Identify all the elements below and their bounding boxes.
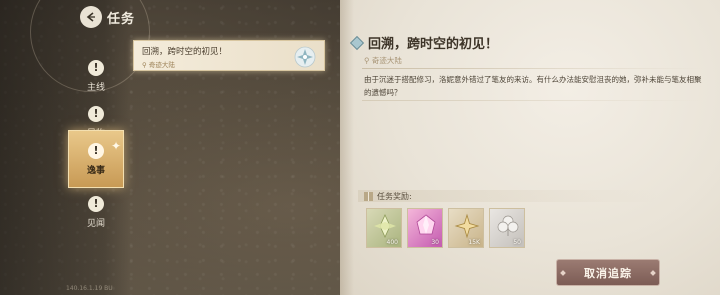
- detail-title: 回溯，跨时空的初见！: [368, 37, 499, 52]
- gold-star-icon: [454, 213, 480, 239]
- reward-item[interactable]: 400: [366, 208, 402, 248]
- tab-label: 主线: [86, 82, 105, 93]
- tab-main-story[interactable]: ! 主线: [70, 50, 122, 102]
- gift-icon: [364, 192, 373, 201]
- tab-sights[interactable]: ! 见闻: [70, 186, 122, 238]
- reward-item[interactable]: 30: [407, 208, 443, 248]
- version-text: 140.16.1.19 BU: [66, 285, 113, 292]
- sparkle-icon: ✦: [110, 139, 121, 153]
- detail-title-row: 回溯，跨时空的初见！: [349, 33, 499, 52]
- divider: [362, 100, 702, 101]
- divider: [362, 68, 702, 69]
- pink-gem-icon: [416, 214, 436, 235]
- reward-quantity: 50: [513, 239, 521, 246]
- alert-icon: !: [88, 105, 104, 122]
- green-crystal-icon: [374, 214, 396, 238]
- reward-quantity: 15K: [468, 239, 480, 246]
- alert-icon: !: [88, 59, 104, 76]
- cancel-tracking-button[interactable]: 取消追踪: [556, 259, 660, 286]
- silver-clover-icon: [497, 215, 519, 236]
- diamond-icon: [349, 35, 365, 50]
- reward-item[interactable]: 15K: [448, 208, 484, 248]
- alert-icon: !: [88, 195, 104, 212]
- quest-star-icon: [294, 46, 316, 68]
- tab-anecdotes[interactable]: ! 逸事 ✦: [68, 130, 124, 188]
- reward-quantity: 30: [431, 239, 439, 246]
- quest-list-item[interactable]: 回溯，跨时空的初见！ ⚲ 奇迹大陆: [133, 40, 325, 71]
- alert-icon: !: [88, 142, 104, 159]
- tab-label: 逸事: [86, 165, 105, 176]
- quest-card-title: 回溯，跨时空的初见！: [142, 47, 228, 57]
- reward-item[interactable]: 50: [489, 208, 525, 248]
- location-pin-icon: ⚲: [142, 61, 147, 69]
- detail-location: ⚲ 奇迹大陆: [364, 56, 402, 65]
- quest-detail-panel: 回溯，跨时空的初见！ ⚲ 奇迹大陆 由于沉迷于搭配修习，洛妮意外错过了笔友的来访…: [340, 0, 720, 295]
- location-pin-icon: ⚲: [364, 56, 370, 65]
- page-title: 任务: [107, 12, 136, 27]
- reward-quantity: 400: [386, 239, 398, 246]
- reward-label: 任务奖励:: [377, 192, 412, 201]
- tab-label: 见闻: [86, 218, 105, 229]
- back-arrow-icon: [86, 12, 95, 22]
- detail-description: 由于沉迷于搭配修习，洛妮意外错过了笔友的来访。有什么办法能安慰沮丧的她，弥补未能…: [364, 75, 702, 97]
- reward-header: 任务奖励:: [364, 191, 412, 202]
- quest-card-location: ⚲ 奇迹大陆: [142, 61, 175, 69]
- back-button[interactable]: [80, 6, 102, 28]
- reward-list: 400 30 15K 50: [366, 208, 525, 248]
